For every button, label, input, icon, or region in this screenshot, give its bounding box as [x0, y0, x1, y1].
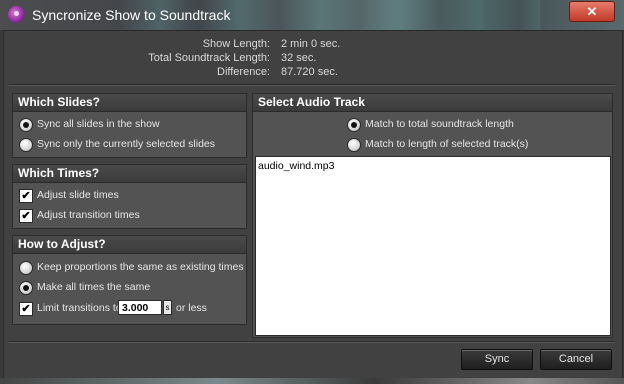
- which-times-panel: Which Times? ✔ Adjust slide times ✔ Adju…: [12, 164, 247, 229]
- app-icon: [8, 6, 25, 23]
- divider: [9, 84, 615, 86]
- close-button[interactable]: ✕: [569, 1, 615, 22]
- window-title: Syncronize Show to Soundtrack: [32, 7, 231, 23]
- which-times-heading: Which Times?: [13, 165, 246, 183]
- which-slides-panel: Which Slides? Sync all slides in the sho…: [12, 93, 247, 158]
- show-length-value: 2 min 0 sec.: [281, 38, 341, 50]
- option-label: Adjust transition times: [37, 209, 140, 221]
- checkbox-checked-icon[interactable]: ✔: [19, 189, 33, 203]
- radio-selected-icon[interactable]: [347, 118, 361, 132]
- option-label: Make all times the same: [37, 281, 151, 293]
- option-suffix: or less: [176, 302, 207, 314]
- soundtrack-length-label: Total Soundtrack Length:: [148, 52, 270, 64]
- transition-limit-unit[interactable]: s: [163, 300, 172, 315]
- cancel-button[interactable]: Cancel: [540, 349, 612, 370]
- list-item[interactable]: audio_wind.mp3: [258, 160, 334, 172]
- how-to-adjust-panel: How to Adjust? Keep proportions the same…: [12, 235, 247, 325]
- option-label: Limit transitions to: [37, 302, 122, 314]
- option-label: Sync all slides in the show: [37, 118, 160, 130]
- option-label: Match to length of selected track(s): [365, 138, 529, 150]
- show-length-label: Show Length:: [202, 38, 270, 50]
- checkbox-checked-icon[interactable]: ✔: [19, 302, 33, 316]
- radio-unselected-icon[interactable]: [19, 138, 33, 152]
- select-audio-track-heading: Select Audio Track: [253, 94, 612, 112]
- radio-selected-icon[interactable]: [19, 118, 33, 132]
- background-strip: [0, 378, 624, 384]
- radio-unselected-icon[interactable]: [19, 261, 33, 275]
- soundtrack-length-value: 32 sec.: [281, 52, 317, 64]
- option-label: Match to total soundtrack length: [365, 118, 514, 130]
- limit-transitions-option[interactable]: ✔ Limit transitions to 3.000 s or less: [19, 300, 239, 316]
- checkbox-checked-icon[interactable]: ✔: [19, 209, 33, 223]
- divider: [9, 341, 615, 343]
- how-to-adjust-heading: How to Adjust?: [13, 236, 246, 254]
- difference-label: Difference:: [217, 66, 270, 78]
- title-bar: Syncronize Show to Soundtrack ✕: [0, 0, 624, 30]
- sync-button[interactable]: Sync: [461, 349, 533, 370]
- audio-track-list[interactable]: audio_wind.mp3: [255, 156, 611, 336]
- radio-unselected-icon[interactable]: [347, 138, 361, 152]
- option-label: Sync only the currently selected slides: [37, 138, 216, 150]
- radio-selected-icon[interactable]: [19, 281, 33, 295]
- which-slides-heading: Which Slides?: [13, 94, 246, 112]
- option-label: Keep proportions the same as existing ti…: [37, 261, 244, 273]
- transition-limit-input[interactable]: 3.000: [118, 300, 162, 315]
- difference-value: 87.720 sec.: [281, 66, 338, 78]
- select-audio-track-panel: Select Audio Track Match to total soundt…: [252, 93, 613, 338]
- option-label: Adjust slide times: [37, 189, 119, 201]
